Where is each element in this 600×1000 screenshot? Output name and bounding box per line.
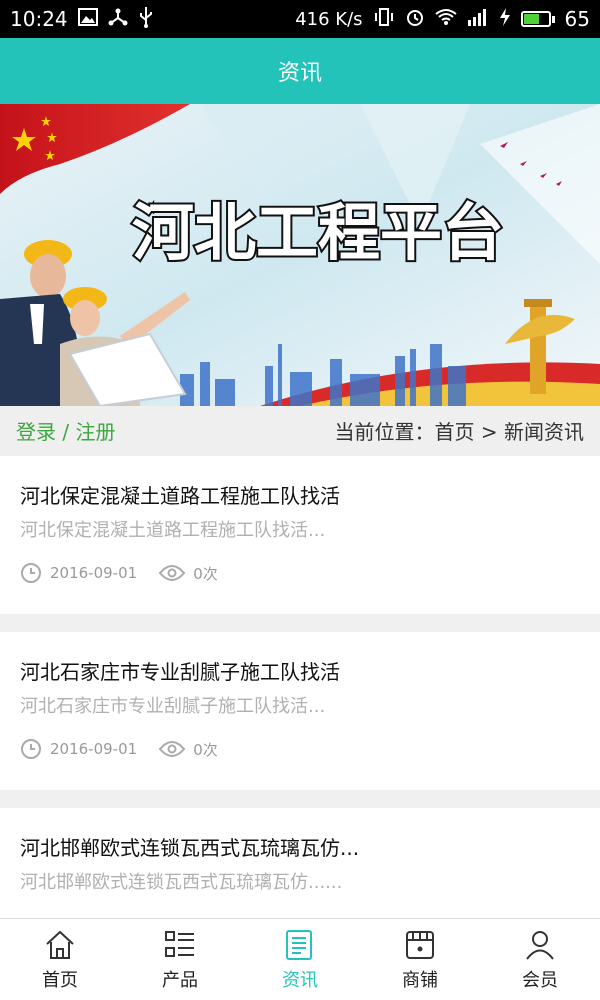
banner-image[interactable]: 河北工程平台 [0, 104, 600, 406]
register-link[interactable]: 注册 [75, 420, 115, 444]
breadcrumb-arrow: > [474, 419, 504, 444]
news-views: 0次 [193, 740, 218, 759]
shop-icon [406, 930, 434, 959]
tab-products[interactable]: 产品 [120, 919, 240, 1000]
tab-home[interactable]: 首页 [0, 919, 120, 1000]
news-meta: 2016-09-01 0次 [20, 562, 580, 584]
location-label: 当前位置： [334, 419, 435, 444]
news-summary: 河北邯郸欧式连锁瓦西式瓦琉璃瓦仿...... [20, 872, 343, 893]
battery-icon [520, 11, 555, 27]
login-register: 登录 / 注册 [16, 416, 115, 445]
news-meta: 2016-09-01 0次 [20, 738, 580, 760]
list-item[interactable]: 河北保定混凝土道路工程施工队找活 河北保定混凝土道路工程施工队找活... 201… [0, 456, 600, 614]
breadcrumb-home[interactable]: 首页 [435, 420, 475, 444]
clock-icon [20, 562, 42, 584]
news-title[interactable]: 河北邯郸欧式连锁瓦西式瓦琉璃瓦仿... [20, 808, 580, 868]
page-title: 资讯 [277, 61, 322, 86]
status-time: 10:24 [10, 7, 68, 31]
breadcrumb: 当前位置：首页 > 新闻资讯 [335, 416, 584, 445]
charging-icon [499, 7, 511, 31]
news-summary: 河北保定混凝土道路工程施工队找活... [20, 520, 326, 541]
tab-label: 资讯 [282, 969, 318, 991]
banner-headline: 河北工程平台 [132, 199, 504, 268]
image-icon [77, 8, 98, 30]
breadcrumb-current: 新闻资讯 [504, 419, 584, 444]
signal-icon [467, 8, 489, 30]
tab-news[interactable]: 资讯 [240, 919, 360, 1000]
list-icon [165, 930, 194, 957]
news-date: 2016-09-01 [50, 564, 138, 582]
home-icon [46, 930, 74, 959]
tab-label: 商铺 [402, 969, 438, 991]
tab-label: 首页 [42, 969, 78, 991]
wifi-icon [434, 8, 457, 30]
tab-shop[interactable]: 商铺 [360, 919, 480, 1000]
status-bar: 10:24 416 K/s 65 [0, 0, 600, 38]
list-item[interactable]: 河北邯郸欧式连锁瓦西式瓦琉璃瓦仿... 河北邯郸欧式连锁瓦西式瓦琉璃瓦仿....… [0, 808, 600, 918]
network-speed: 416 K/s [295, 8, 363, 30]
list-item[interactable]: 河北石家庄市专业刮腻子施工队找活 河北石家庄市专业刮腻子施工队找活... 201… [0, 632, 600, 790]
vibrate-icon [373, 7, 395, 31]
eye-icon [159, 562, 186, 584]
tab-member[interactable]: 会员 [480, 919, 600, 1000]
news-icon [286, 929, 312, 960]
login-separator: / [56, 419, 76, 444]
news-views: 0次 [193, 564, 218, 583]
user-icon [526, 930, 554, 960]
share-icon [108, 7, 128, 31]
battery-level: 65 [564, 7, 590, 31]
breadcrumb-bar: 登录 / 注册 当前位置：首页 > 新闻资讯 [0, 406, 600, 454]
login-link[interactable]: 登录 [16, 420, 56, 444]
news-summary: 河北石家庄市专业刮腻子施工队找活... [20, 696, 326, 717]
usb-icon [138, 6, 154, 32]
clock-icon [20, 738, 42, 760]
bottom-nav: 首页 产品 资讯 商铺 会员 [0, 918, 600, 1000]
tab-label: 产品 [162, 969, 198, 991]
tab-label: 会员 [522, 969, 558, 991]
news-date: 2016-09-01 [50, 740, 138, 758]
page-header: 资讯 [0, 38, 600, 104]
eye-icon [159, 738, 186, 760]
news-title[interactable]: 河北石家庄市专业刮腻子施工队找活 [20, 632, 580, 692]
alarm-icon [405, 7, 425, 31]
news-title[interactable]: 河北保定混凝土道路工程施工队找活 [20, 456, 580, 516]
